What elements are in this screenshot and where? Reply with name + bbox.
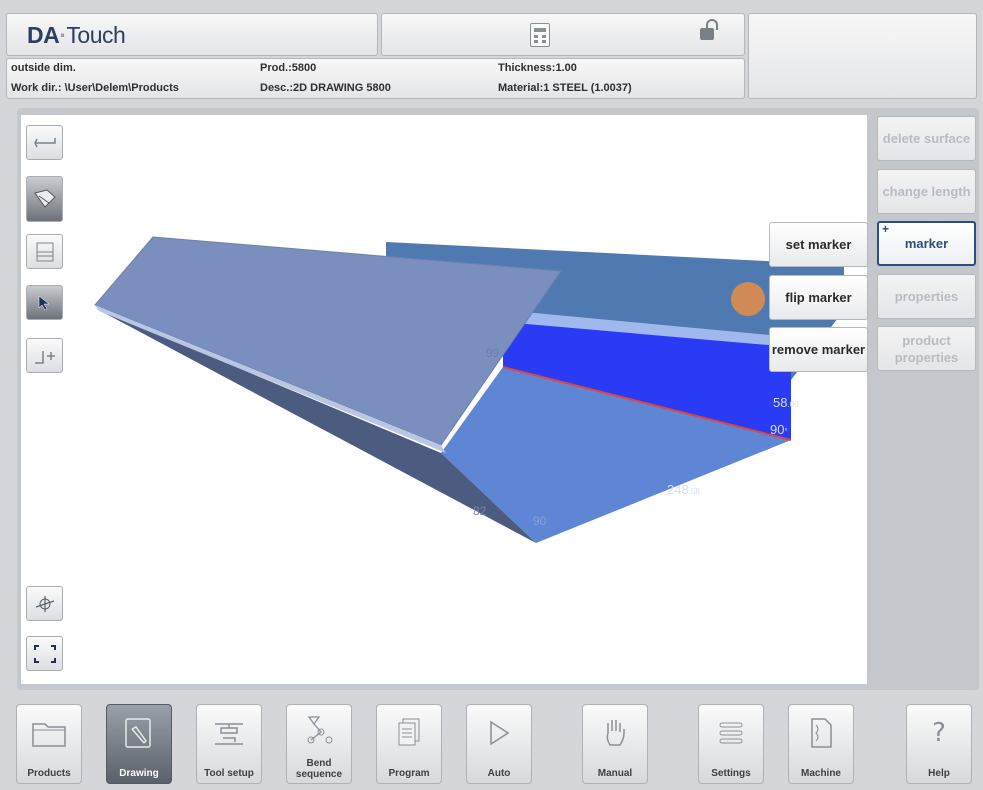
plus-icon: +: [882, 222, 890, 236]
tool-setup-icon: [215, 723, 243, 745]
machine-page-icon: [811, 718, 832, 748]
unlock-icon[interactable]: [700, 19, 718, 40]
dim-label: 99: [486, 346, 500, 360]
3d-part-view: 99 58.00 90° 248.58 82 90: [94, 236, 844, 543]
dimension-mode: outside dim.: [11, 62, 76, 74]
nav-products[interactable]: Products: [16, 704, 82, 784]
delete-surface-button[interactable]: delete surface: [877, 116, 976, 161]
add-bend-tool[interactable]: [26, 338, 63, 373]
3d-part-icon: [33, 189, 56, 208]
rotate-view-tool[interactable]: [26, 586, 63, 621]
bend-icon: [33, 137, 56, 147]
nav-help[interactable]: ? Help: [906, 704, 972, 784]
drawing-canvas[interactable]: 99 58.00 90° 248.58 82 90: [21, 115, 867, 684]
nav-machine[interactable]: Machine: [788, 704, 854, 784]
settings-list-icon: [719, 722, 743, 744]
product-description: Desc.:2D DRAWING 5800: [260, 82, 391, 94]
program-pages-icon: [398, 718, 420, 746]
product-number: Prod.:5800: [260, 62, 317, 74]
nav-manual[interactable]: Manual: [582, 704, 648, 784]
set-marker-button[interactable]: set marker: [769, 222, 868, 267]
cursor-arrow-icon: [38, 294, 50, 310]
material-value: Material:1 STEEL (1.0037): [498, 82, 632, 94]
properties-button[interactable]: properties: [877, 274, 976, 319]
nav-bend-sequence[interactable]: Bend sequence: [286, 704, 352, 784]
bend-direction-tool[interactable]: [26, 125, 63, 160]
marker-button-label: marker: [904, 236, 949, 251]
nav-tool-setup[interactable]: Tool setup: [196, 704, 262, 784]
zoom-fit-tool[interactable]: [26, 636, 63, 671]
layers-icon: [36, 242, 53, 261]
layer-view-tool[interactable]: [26, 234, 63, 269]
marker-dot[interactable]: [731, 282, 765, 316]
status-panel: [381, 13, 745, 56]
nav-bend-sequence-label: Bend sequence: [295, 758, 343, 780]
nav-settings[interactable]: Settings: [698, 704, 764, 784]
dim-label: 82: [473, 504, 487, 518]
view-3d-tool[interactable]: [26, 176, 63, 222]
marker-button[interactable]: + marker: [877, 221, 976, 266]
nav-drawing[interactable]: Drawing: [106, 704, 172, 784]
product-info-bar: outside dim. Prod.:5800 Thickness:1.00 W…: [6, 58, 745, 99]
add-bend-icon: [34, 350, 55, 364]
flip-marker-button[interactable]: flip marker: [769, 275, 868, 320]
top-right-panel: [748, 13, 977, 99]
dim-label: 248.58: [667, 482, 700, 497]
remove-marker-button[interactable]: remove marker: [769, 327, 868, 372]
rotate-icon: [35, 595, 54, 612]
fit-screen-icon: [33, 644, 56, 663]
product-properties-button[interactable]: product properties: [877, 326, 976, 371]
nav-program[interactable]: Program: [376, 704, 442, 784]
work-directory: Work dir.: \User\Delem\Products: [11, 82, 179, 94]
drawing-icon: [125, 718, 151, 748]
thickness-value: Thickness:1.00: [498, 62, 577, 74]
dim-label: 90: [533, 514, 547, 528]
nav-auto[interactable]: Auto: [466, 704, 532, 784]
hand-icon: [606, 720, 625, 746]
title-panel: DA·Touch: [6, 13, 378, 56]
select-tool[interactable]: [26, 285, 63, 320]
play-icon: [490, 720, 510, 746]
change-length-button[interactable]: change length: [877, 169, 976, 214]
bend-sequence-icon: [307, 716, 333, 744]
brand-logo: DA·Touch: [27, 22, 126, 48]
dim-label: 58.00: [773, 395, 799, 410]
help-icon: ?: [932, 718, 946, 748]
folder-icon: [32, 723, 66, 747]
calculator-icon[interactable]: [530, 23, 550, 47]
